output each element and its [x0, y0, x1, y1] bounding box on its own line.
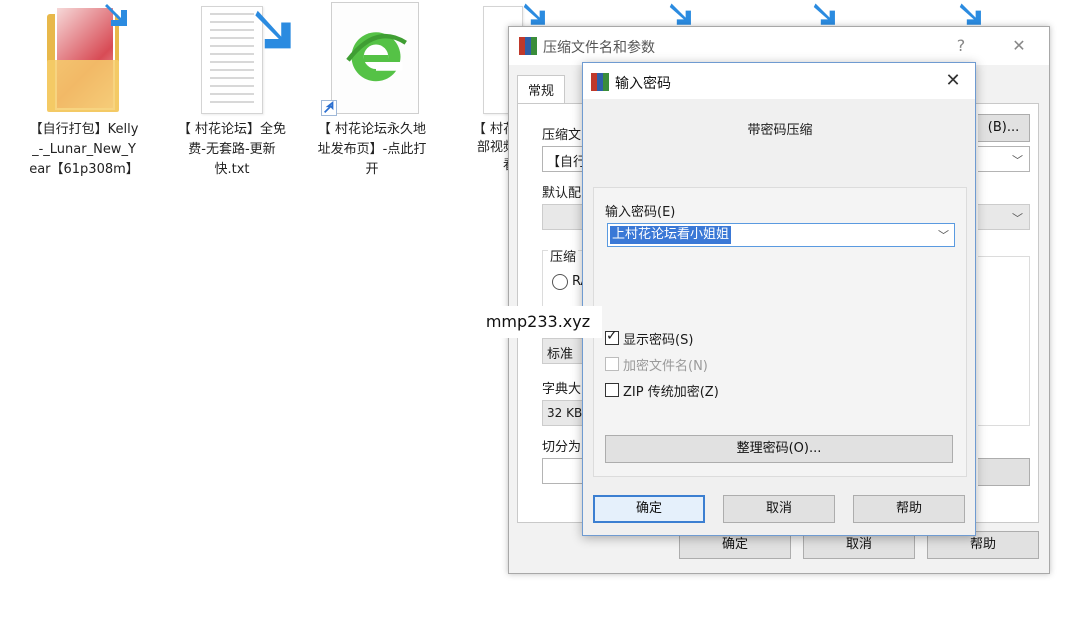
zip-legacy-label: ZIP 传统加密(Z) — [623, 385, 719, 400]
archive-name-label: 压缩文 — [542, 128, 582, 143]
dialog-titlebar: 压缩文件名和参数 ? ✕ — [509, 27, 1049, 65]
dialog-titlebar: 输入密码 ✕ — [583, 63, 975, 99]
archive-name-value: 【自行 — [547, 155, 587, 170]
profile-dropdown[interactable]: ﹀ — [978, 204, 1030, 230]
encrypt-filenames-label: 加密文件名(N) — [623, 359, 708, 374]
desktop-icon-ie-shortcut[interactable]: 【 村花论坛永久地址发布页】-点此打开 — [312, 0, 432, 180]
help-button[interactable]: ? — [947, 33, 975, 59]
show-password-checkbox[interactable]: ✓ — [605, 328, 619, 345]
help-button[interactable]: 帮助 — [853, 495, 965, 523]
shortcut-arrow-icon — [321, 100, 337, 116]
password-field-label: 输入密码(E) — [605, 205, 676, 220]
tab-general[interactable]: 常规 — [517, 75, 566, 103]
dictionary-value: 32 KB — [547, 406, 583, 420]
chevron-down-icon: ﹀ — [1012, 154, 1023, 167]
zip-legacy-checkbox[interactable] — [605, 383, 619, 397]
method-value: 标准 — [547, 347, 574, 362]
chevron-down-icon: ﹀ — [1012, 212, 1023, 225]
desktop-icon-label: 【自行打包】Kelly_-_Lunar_New_Year【61p308m】 — [29, 122, 139, 177]
dialog-title: 输入密码 — [615, 76, 671, 92]
cancel-button[interactable]: 取消 — [723, 495, 835, 523]
ok-button[interactable]: 确定 — [593, 495, 705, 523]
browse-button[interactable]: (B)... — [978, 114, 1030, 142]
desktop-icon-label: 【 村花论坛】全免费-无套路-更新快.txt — [177, 122, 287, 177]
enter-password-dialog: 输入密码 ✕ 带密码压缩 输入密码(E) 上村花论坛看小姐姐 ﹀ ✓ 显示密码(… — [582, 62, 976, 536]
organize-passwords-button[interactable]: 整理密码(O)... — [605, 435, 953, 463]
winrar-icon — [519, 37, 537, 55]
archive-name-dropdown[interactable]: ﹀ — [978, 146, 1030, 172]
desktop-icon-label: 【 村花论坛永久地址发布页】-点此打开 — [317, 122, 427, 177]
winrar-icon — [591, 73, 609, 91]
split-label: 切分为 — [542, 440, 582, 455]
desktop-icon-text-file[interactable]: 【 村花论坛】全免费-无套路-更新快.txt — [172, 0, 292, 180]
encrypt-filenames-checkbox[interactable] — [605, 357, 619, 371]
password-value: 上村花论坛看小姐姐 — [610, 226, 732, 244]
dialog-title: 压缩文件名和参数 — [543, 40, 655, 56]
internet-explorer-icon — [346, 32, 407, 82]
rar-radio[interactable] — [552, 274, 568, 290]
watermark-text: mmp233.xyz — [474, 306, 602, 338]
set-password-button[interactable] — [978, 458, 1030, 486]
desktop-icon-folder[interactable]: 【自行打包】Kelly_-_Lunar_New_Year【61p308m】 — [24, 0, 144, 180]
options-group — [978, 256, 1030, 426]
default-profile-label: 默认配 — [542, 186, 582, 201]
dictionary-label: 字典大 — [542, 382, 582, 397]
show-password-label: 显示密码(S) — [623, 333, 694, 348]
password-input[interactable]: 上村花论坛看小姐姐 ﹀ — [607, 223, 955, 247]
close-button[interactable]: ✕ — [939, 68, 967, 94]
chevron-down-icon[interactable]: ﹀ — [938, 227, 949, 243]
dialog-heading: 带密码压缩 — [747, 123, 813, 138]
format-label: 压缩 — [548, 246, 579, 265]
sync-arrow-icon — [255, 10, 291, 49]
close-button[interactable]: ✕ — [1005, 33, 1033, 59]
sync-arrow-icon — [105, 4, 127, 26]
